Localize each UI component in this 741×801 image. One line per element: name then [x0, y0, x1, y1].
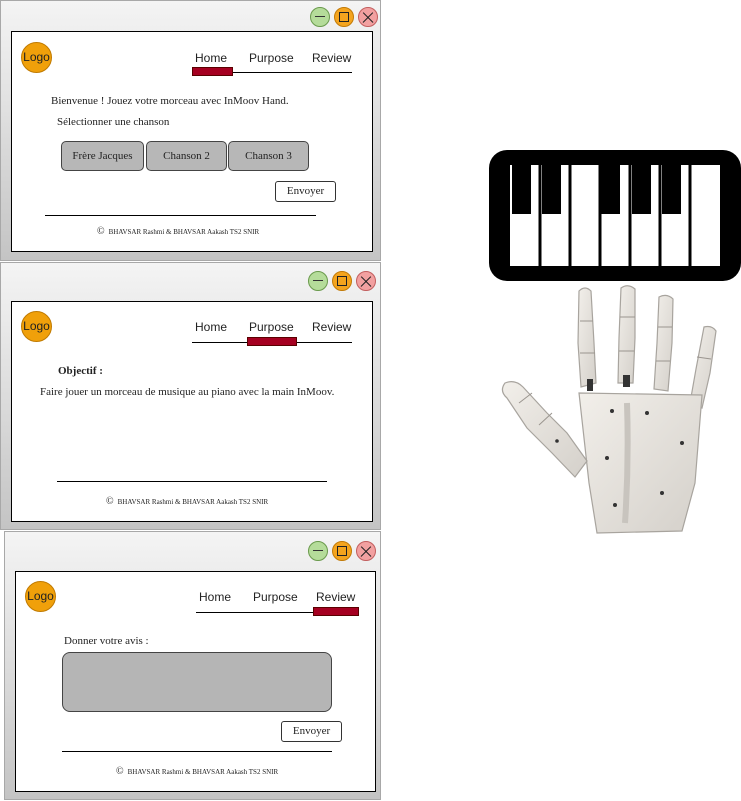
footer-divider	[62, 751, 332, 752]
purpose-heading: Objectif :	[58, 365, 103, 377]
footer: © BHAVSAR Rashmi & BHAVSAR Aakash TS2 SNI…	[97, 226, 259, 237]
footer-divider	[57, 481, 327, 482]
song-button-chanson-2[interactable]: Chanson 2	[146, 141, 227, 171]
piano-keyboard-icon	[489, 150, 741, 281]
footer-text: BHAVSAR Rashmi & BHAVSAR Aakash TS2 SNIR	[127, 768, 279, 776]
copyright-icon: ©	[97, 226, 105, 237]
maximize-button[interactable]	[332, 541, 352, 561]
minimize-button[interactable]	[308, 541, 328, 561]
send-button[interactable]: Envoyer	[281, 721, 342, 742]
copyright-icon: ©	[106, 496, 114, 507]
home-window: Logo Home Purpose Review Bienvenue ! Jou…	[0, 0, 381, 261]
purpose-text: Faire jouer un morceau de musique au pia…	[40, 386, 335, 398]
home-panel: Logo Home Purpose Review Bienvenue ! Jou…	[11, 31, 373, 252]
footer-text: BHAVSAR Rashmi & BHAVSAR Aakash TS2 SNIR	[117, 498, 269, 506]
footer: © BHAVSAR Rashmi & BHAVSAR Aakash TS2 SNI…	[116, 766, 278, 777]
footer-divider	[45, 215, 316, 216]
active-tab-indicator	[247, 337, 297, 346]
review-window: Logo Home Purpose Review Donner votre av…	[4, 531, 381, 800]
close-button[interactable]	[356, 541, 376, 561]
nav-review[interactable]: Review	[316, 590, 355, 604]
nav-review[interactable]: Review	[312, 320, 351, 334]
minimize-button[interactable]	[310, 7, 330, 27]
review-textarea[interactable]	[62, 652, 332, 712]
review-label: Donner votre avis :	[64, 635, 149, 647]
nav-review[interactable]: Review	[312, 51, 351, 65]
robotic-hand-image	[501, 285, 717, 534]
minimize-button[interactable]	[308, 271, 328, 291]
active-tab-indicator	[313, 607, 359, 616]
purpose-panel: Logo Home Purpose Review Objectif : Fair…	[11, 301, 373, 522]
copyright-icon: ©	[116, 766, 124, 777]
logo[interactable]: Logo	[21, 42, 52, 73]
nav-purpose[interactable]: Purpose	[249, 320, 294, 334]
purpose-window: Logo Home Purpose Review Objectif : Fair…	[0, 262, 381, 530]
nav-home[interactable]: Home	[195, 51, 227, 65]
song-button-frere-jacques[interactable]: Frère Jacques	[61, 141, 144, 171]
maximize-button[interactable]	[334, 7, 354, 27]
select-song-label: Sélectionner une chanson	[57, 116, 170, 128]
footer: © BHAVSAR Rashmi & BHAVSAR Aakash TS2 SNI…	[106, 496, 268, 507]
song-button-chanson-3[interactable]: Chanson 3	[228, 141, 309, 171]
close-button[interactable]	[356, 271, 376, 291]
review-panel: Logo Home Purpose Review Donner votre av…	[15, 571, 376, 792]
welcome-text: Bienvenue ! Jouez votre morceau avec InM…	[51, 95, 289, 107]
nav-purpose[interactable]: Purpose	[253, 590, 298, 604]
nav-purpose[interactable]: Purpose	[249, 51, 294, 65]
send-button[interactable]: Envoyer	[275, 181, 336, 202]
nav-home[interactable]: Home	[195, 320, 227, 334]
logo[interactable]: Logo	[25, 581, 56, 612]
nav-home[interactable]: Home	[199, 590, 231, 604]
active-tab-indicator	[192, 67, 233, 76]
logo[interactable]: Logo	[21, 311, 52, 342]
close-button[interactable]	[358, 7, 378, 27]
maximize-button[interactable]	[332, 271, 352, 291]
footer-text: BHAVSAR Rashmi & BHAVSAR Aakash TS2 SNIR	[108, 228, 260, 236]
